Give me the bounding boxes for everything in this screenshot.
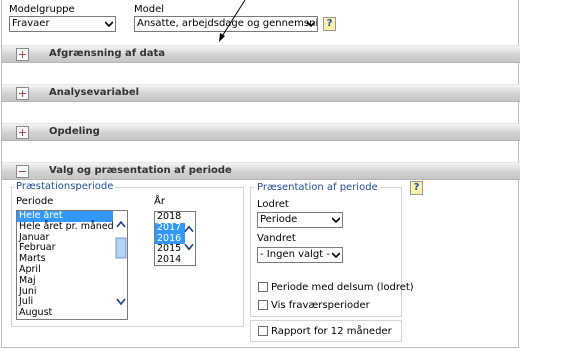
vandret-value: - Ingen valgt - <box>260 249 330 260</box>
delsum-checkbox[interactable] <box>258 282 268 292</box>
fravaersperioder-checkbox-label: Vis fraværsperioder <box>271 300 370 311</box>
lodret-value: Periode <box>260 214 298 225</box>
model-label: Model <box>134 4 165 15</box>
expand-icon[interactable]: + <box>16 87 29 100</box>
chevron-down-icon <box>105 21 113 28</box>
model-help-icon[interactable]: ? <box>323 17 336 31</box>
chevron-down-icon <box>332 217 340 224</box>
form-frame: Modelgruppe Fravaer Model Ansatte, arbej… <box>1 0 520 348</box>
lodret-select[interactable]: Periode <box>257 212 343 228</box>
expand-icon[interactable]: + <box>16 48 29 61</box>
section-title: Opdeling <box>49 126 100 137</box>
lodret-label: Lodret <box>257 199 289 210</box>
aar-listbox[interactable]: 2018 2017 2016 2015 2014 <box>154 211 196 266</box>
aar-scrollbar[interactable] <box>183 212 195 265</box>
rapport-checkbox[interactable] <box>258 326 268 336</box>
praesentation-title: Præsentation af periode <box>255 182 380 193</box>
section-title: Analysevariabel <box>49 87 140 98</box>
model-selector-bar: Modelgruppe Fravaer Model Ansatte, arbej… <box>2 0 520 42</box>
section-title: Afgrænsning af data <box>49 48 166 59</box>
periode-listbox[interactable]: Hele året Hele året pr. måned Januar Februa… <box>16 210 128 320</box>
rapport-checkbox-label: Rapport for 12 måneder <box>271 326 392 337</box>
periode-option[interactable]: Maj <box>17 275 113 287</box>
modelgruppe-label: Modelgruppe <box>9 4 75 15</box>
section-analysevariabel[interactable]: + Analysevariabel <box>2 84 520 102</box>
chevron-down-icon <box>332 252 340 259</box>
aar-option[interactable]: 2017 <box>155 222 185 234</box>
fravaersperioder-checkbox[interactable] <box>258 300 268 310</box>
section-afgraensning[interactable]: + Afgrænsning af data <box>2 45 520 63</box>
periode-label: Periode <box>16 196 54 207</box>
periode-option[interactable]: August <box>17 307 113 319</box>
modelgruppe-value: Fravaer <box>12 18 50 29</box>
periode-option[interactable]: Hele året pr. måned <box>17 221 114 233</box>
praesentation-help-icon[interactable]: ? <box>410 181 423 195</box>
aar-option[interactable]: 2014 <box>155 254 185 265</box>
section-valg-periode[interactable]: − Valg og præsentation af periode <box>2 162 520 180</box>
vandret-select[interactable]: - Ingen valgt - <box>257 247 343 263</box>
delsum-checkbox-label: Periode med delsum (lodret) <box>271 282 414 293</box>
periode-scrollbar[interactable] <box>115 211 127 319</box>
expand-icon[interactable]: + <box>16 126 29 139</box>
modelgruppe-select[interactable]: Fravaer <box>9 16 116 32</box>
praestationsperiode-title: Præstationsperiode <box>14 181 116 192</box>
arrow-pointer-icon <box>219 0 246 42</box>
section-title: Valg og præsentation af periode <box>49 165 232 176</box>
chevron-down-icon <box>307 21 315 28</box>
collapse-icon[interactable]: − <box>16 165 29 178</box>
aar-label: År <box>154 196 165 207</box>
section-opdeling[interactable]: + Opdeling <box>2 123 520 141</box>
vandret-label: Vandret <box>257 233 296 244</box>
